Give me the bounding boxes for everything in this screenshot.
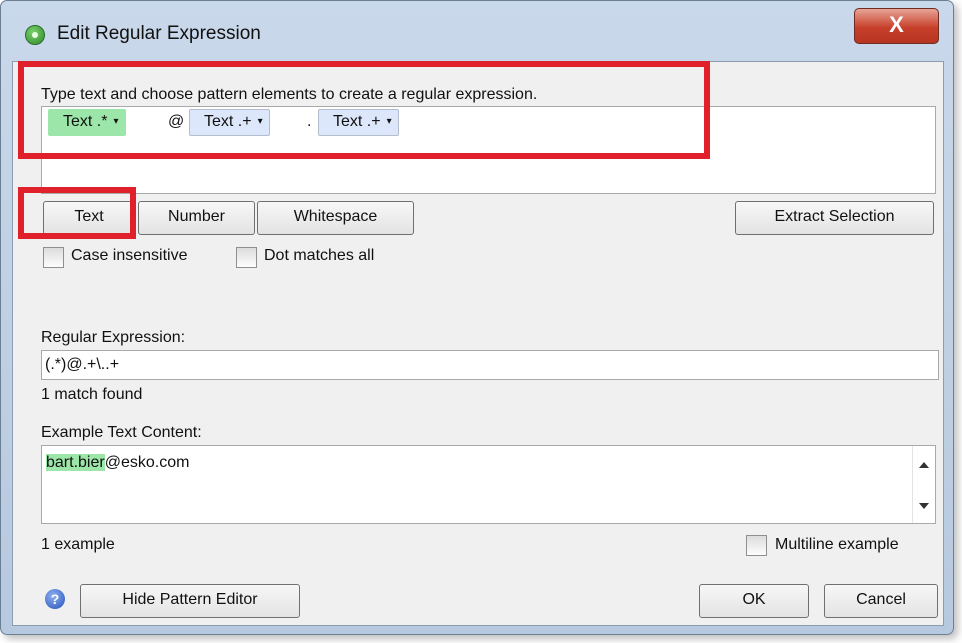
chip-label: Text .* xyxy=(63,113,108,130)
chip-label: Text .+ xyxy=(333,113,381,130)
dialog-content: Type text and choose pattern elements to… xyxy=(12,61,944,626)
app-icon xyxy=(25,25,45,45)
close-button[interactable]: X xyxy=(854,8,939,44)
pattern-editor-box[interactable]: Text .* ▾ @ Text .+ ▾ . Text .+ ▾ xyxy=(41,106,936,194)
help-icon[interactable]: ? xyxy=(45,589,65,609)
whitespace-element-button[interactable]: Whitespace xyxy=(257,201,414,235)
regex-input[interactable]: (.*)@.+\..+ xyxy=(41,350,939,380)
example-rest-text: @esko.com xyxy=(104,454,190,471)
pattern-separator-at[interactable]: @ xyxy=(168,109,184,134)
case-insensitive-checkbox[interactable] xyxy=(43,247,64,268)
extract-selection-button[interactable]: Extract Selection xyxy=(735,201,934,235)
hide-pattern-editor-button[interactable]: Hide Pattern Editor xyxy=(80,584,300,618)
pattern-chip-text-any[interactable]: Text .* ▾ xyxy=(48,109,126,136)
window-title: Edit Regular Expression xyxy=(57,23,261,44)
pattern-instructions: Type text and choose pattern elements to… xyxy=(41,86,538,103)
chevron-down-icon[interactable]: ▾ xyxy=(113,116,118,127)
pattern-chip-text-tld[interactable]: Text .+ ▾ xyxy=(318,109,399,136)
dot-matches-all-checkbox[interactable] xyxy=(236,247,257,268)
number-element-button[interactable]: Number xyxy=(138,201,255,235)
example-text-area[interactable]: bart.bier@esko.com xyxy=(41,445,936,524)
case-insensitive-label: Case insensitive xyxy=(71,247,188,264)
multiline-example-label: Multiline example xyxy=(775,536,899,553)
example-matched-text: bart.bier xyxy=(46,454,105,471)
ok-button[interactable]: OK xyxy=(699,584,809,618)
multiline-example-checkbox[interactable] xyxy=(746,535,767,556)
pattern-chip-text-domain[interactable]: Text .+ ▾ xyxy=(189,109,270,136)
dialog-window: Edit Regular Expression X Type text and … xyxy=(0,0,954,635)
regex-label: Regular Expression: xyxy=(41,329,186,346)
match-status: 1 match found xyxy=(41,386,143,403)
pattern-separator-dot[interactable]: . xyxy=(307,109,311,134)
cancel-button[interactable]: Cancel xyxy=(824,584,938,618)
dot-matches-all-label: Dot matches all xyxy=(264,247,375,264)
example-count: 1 example xyxy=(41,536,115,553)
chip-label: Text .+ xyxy=(204,113,252,130)
scroll-down-icon[interactable] xyxy=(919,503,929,509)
chevron-down-icon[interactable]: ▾ xyxy=(258,116,263,127)
text-element-button[interactable]: Text xyxy=(43,201,135,235)
chevron-down-icon[interactable]: ▾ xyxy=(387,116,392,127)
scroll-up-icon[interactable] xyxy=(919,462,929,468)
example-label: Example Text Content: xyxy=(41,424,202,441)
example-scrollbar[interactable] xyxy=(912,446,935,523)
title-bar[interactable]: Edit Regular Expression X xyxy=(1,1,953,63)
